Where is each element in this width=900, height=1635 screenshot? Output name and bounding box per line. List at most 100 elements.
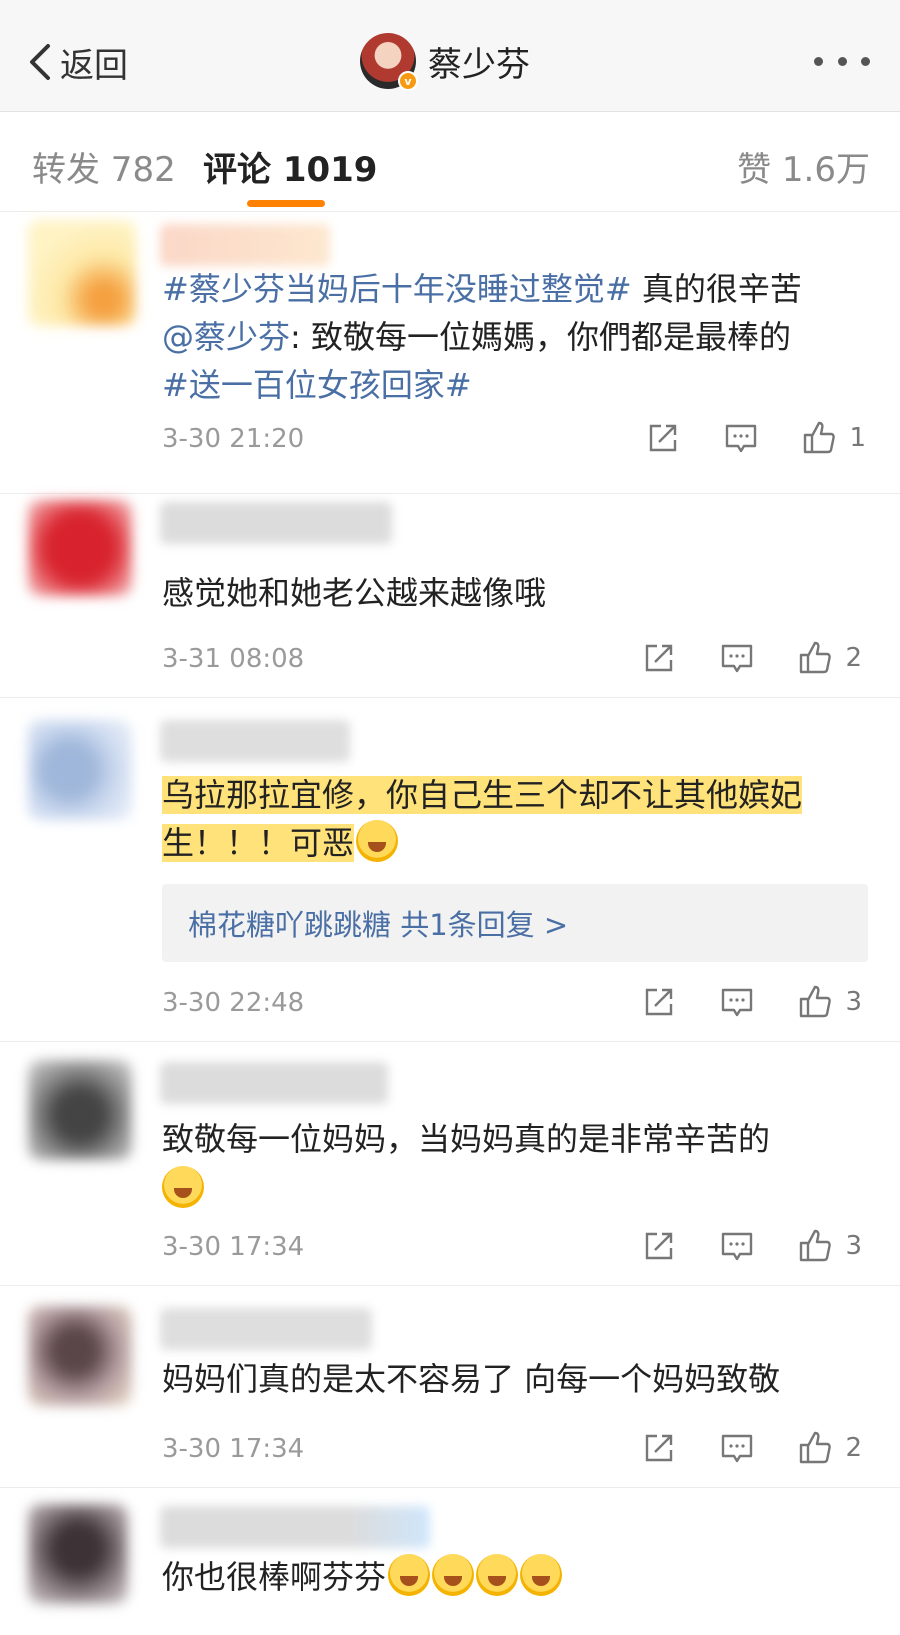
avatar[interactable]	[28, 720, 132, 820]
share-button[interactable]	[641, 984, 677, 1020]
username[interactable]	[160, 1062, 388, 1104]
comment-text-plain: 真的很辛苦	[631, 270, 802, 308]
chevron-left-icon	[30, 44, 50, 80]
comment-text: 你也很棒啊芬芬	[162, 1552, 563, 1602]
like-button[interactable]	[801, 420, 837, 456]
like-count: 2	[845, 643, 862, 673]
mention-link[interactable]: @蔡少芬	[162, 318, 290, 356]
comment-text: 感觉她和她老公越来越像哦	[162, 574, 547, 612]
share-icon	[650, 424, 677, 452]
comment-actions: 2	[641, 1430, 862, 1466]
username[interactable]	[160, 224, 330, 266]
like-count: 3	[845, 1231, 862, 1261]
page-title-text: 蔡少芬	[428, 44, 530, 85]
thumbs-up-icon	[804, 421, 836, 454]
comment-button[interactable]	[719, 640, 755, 676]
like-button[interactable]	[797, 984, 833, 1020]
emoji-icon	[476, 1554, 519, 1596]
share-icon	[646, 644, 673, 672]
back-button[interactable]: 返回	[24, 36, 128, 88]
avatar[interactable]	[28, 220, 136, 326]
back-label: 返回	[60, 45, 128, 86]
highlighted-text: 乌拉那拉宜修，你自己生三个却不让其他嫔妃	[162, 776, 803, 814]
emoji-icon	[388, 1554, 431, 1596]
comment-item: #蔡少芬当妈后十年没睡过整觉# 真的很辛苦 @蔡少芬: 致敬每一位媽媽，你們都是…	[0, 212, 900, 494]
comment-time: 3-30 21:20	[162, 424, 305, 454]
comment-text	[162, 1164, 204, 1214]
like-count: 1	[849, 423, 866, 453]
top-bar: 返回 v 蔡少芬	[0, 0, 900, 112]
more-button[interactable]	[814, 46, 870, 76]
emoji-icon	[432, 1554, 475, 1596]
share-icon	[646, 1434, 673, 1462]
page-title[interactable]: v 蔡少芬	[360, 32, 530, 91]
username[interactable]	[160, 1308, 372, 1350]
emoji-icon	[356, 820, 399, 862]
share-button[interactable]	[645, 420, 681, 456]
more-icon-dot	[837, 56, 847, 66]
username[interactable]	[160, 720, 350, 762]
avatar[interactable]	[28, 1060, 132, 1160]
comment-item: 感觉她和她老公越来越像哦 3-31 08:08 2	[0, 494, 900, 698]
username[interactable]	[160, 1506, 430, 1548]
comment-text-plain: : 致敬每一位媽媽，你們都是最棒的	[290, 318, 791, 356]
like-button[interactable]	[797, 1228, 833, 1264]
comment-item: 乌拉那拉宜修，你自己生三个却不让其他嫔妃 生！！！可恶 棉花糖吖跳跳糖 共1条回…	[0, 698, 900, 1042]
comment-actions: 3	[641, 984, 862, 1020]
comment-icon	[722, 1232, 753, 1261]
avatar[interactable]	[28, 500, 132, 596]
share-icon	[646, 1232, 673, 1260]
share-button[interactable]	[641, 640, 677, 676]
comment-item: 妈妈们真的是太不容易了 向每一个妈妈致敬 3-30 17:34 2	[0, 1286, 900, 1488]
comment-button[interactable]	[719, 1228, 755, 1264]
share-button[interactable]	[641, 1430, 677, 1466]
username[interactable]	[160, 502, 392, 544]
comment-time: 3-30 17:34	[162, 1434, 305, 1464]
tab-bar: 转发 782 评论 1019 赞 1.6万	[0, 112, 900, 212]
comment-icon	[726, 424, 757, 453]
comment-actions: 1	[645, 420, 866, 456]
topic-link[interactable]: #蔡少芬当妈后十年没睡过整觉#	[162, 270, 632, 308]
comment-text: 妈妈们真的是太不容易了 向每一个妈妈致敬	[162, 1360, 781, 1398]
comment-item: 你也很棒啊芬芬	[0, 1488, 900, 1635]
like-button[interactable]	[797, 1430, 833, 1466]
tab-repost[interactable]: 转发 782	[32, 142, 176, 191]
comment-text: #送一百位女孩回家#	[162, 360, 472, 410]
comment-button[interactable]	[719, 984, 755, 1020]
comment-text: 致敬每一位妈妈，当妈妈真的是非常辛苦的	[162, 1120, 771, 1158]
avatar[interactable]	[28, 1504, 128, 1604]
comment-button[interactable]	[723, 420, 759, 456]
active-tab-indicator	[247, 200, 325, 207]
comment-text: @蔡少芬: 致敬每一位媽媽，你們都是最棒的	[162, 312, 791, 362]
comment-time: 3-30 17:34	[162, 1232, 305, 1262]
reply-summary-link[interactable]: 棉花糖吖跳跳糖 共1条回复 >	[162, 884, 868, 962]
comment-icon	[722, 1434, 753, 1463]
thumbs-up-icon	[800, 985, 832, 1018]
comment-text-plain: 你也很棒啊芬芬	[162, 1558, 387, 1596]
comment-button[interactable]	[719, 1430, 755, 1466]
emoji-icon	[162, 1166, 204, 1208]
more-icon	[814, 56, 823, 66]
avatar[interactable]: v	[360, 33, 418, 91]
share-icon	[646, 988, 673, 1016]
tab-comment[interactable]: 评论 1019	[203, 142, 377, 191]
comment-actions: 2	[641, 640, 862, 676]
tab-like[interactable]: 赞 1.6万	[737, 142, 870, 191]
highlighted-text: 生！！！可恶	[162, 824, 355, 862]
verified-icon: v	[398, 71, 418, 91]
comment-time: 3-31 08:08	[162, 644, 305, 674]
avatar[interactable]	[28, 1306, 132, 1406]
emoji-icon	[520, 1554, 563, 1596]
like-count: 2	[845, 1433, 862, 1463]
like-button[interactable]	[797, 640, 833, 676]
comment-icon	[722, 644, 753, 673]
comment-icon	[722, 988, 753, 1017]
thumbs-up-icon	[800, 1229, 832, 1262]
topic-link[interactable]: #送一百位女孩回家#	[162, 366, 472, 404]
share-button[interactable]	[641, 1228, 677, 1264]
thumbs-up-icon	[800, 1431, 832, 1464]
comment-item: 致敬每一位妈妈，当妈妈真的是非常辛苦的 3-30 17:34 3	[0, 1042, 900, 1286]
comment-actions: 3	[641, 1228, 862, 1264]
more-icon-dot	[861, 56, 870, 66]
comment-text: #蔡少芬当妈后十年没睡过整觉# 真的很辛苦	[162, 264, 802, 314]
